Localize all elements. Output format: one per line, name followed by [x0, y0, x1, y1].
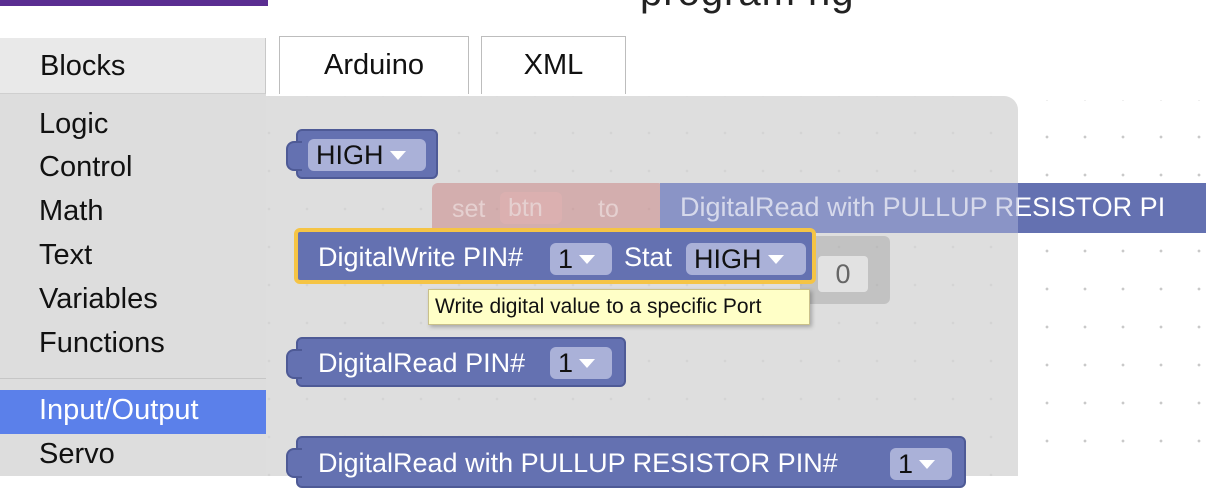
- ghost-to-label: to: [598, 195, 619, 223]
- category-separator: [0, 378, 266, 379]
- ghost-var-label: btn: [508, 194, 543, 222]
- tab-blocks[interactable]: Blocks: [0, 38, 266, 94]
- category-servo[interactable]: Servo: [39, 438, 115, 471]
- tab-xml-label: XML: [523, 49, 584, 81]
- digitalwrite-stat-value: HIGH: [694, 244, 762, 274]
- digitalwrite-stat-label: Stat: [624, 242, 673, 272]
- chevron-down-icon: [579, 359, 596, 368]
- high-dropdown[interactable]: HIGH: [308, 139, 426, 171]
- digitalwrite-stat-dropdown[interactable]: HIGH: [686, 243, 806, 275]
- digitalread-pin-dropdown[interactable]: 1: [550, 347, 612, 379]
- tab-blocks-label: Blocks: [40, 50, 126, 82]
- high-dropdown-value: HIGH: [316, 140, 384, 170]
- high-block[interactable]: HIGH: [286, 129, 438, 179]
- digitalread-pullup-pin-value: 1: [898, 449, 914, 479]
- digitalread-output-notch: [286, 349, 302, 379]
- ghost-var-dropdown: btn: [500, 192, 562, 224]
- chevron-down-icon: [767, 255, 784, 264]
- header-accent-bar: [0, 0, 268, 6]
- tab-arduino-label: Arduino: [324, 49, 424, 81]
- category-control[interactable]: Control: [39, 151, 133, 184]
- ghost-set-label: set: [452, 195, 486, 223]
- digitalread-pullup-block[interactable]: DigitalRead with PULLUP RESISTOR PIN# 1: [286, 436, 966, 488]
- workspace-digitalread-label: DigitalRead with PULLUP RESISTOR PI: [1018, 192, 1166, 222]
- ghost-number-field: 0: [818, 256, 868, 292]
- workspace-digitalread-clip: DigitalRead with PULLUP RESISTOR PI: [1018, 183, 1206, 233]
- category-logic[interactable]: Logic: [39, 108, 108, 141]
- category-functions[interactable]: Functions: [39, 327, 165, 360]
- digitalread-pullup-label: DigitalRead with PULLUP RESISTOR PIN#: [318, 448, 838, 478]
- digitalwrite-block[interactable]: DigitalWrite PIN# 1 Stat HIGH: [294, 228, 816, 284]
- digitalwrite-pin-dropdown[interactable]: 1: [550, 243, 612, 275]
- block-tooltip: Write digital value to a specific Port: [428, 289, 810, 325]
- digitalread-pullup-output-notch: [286, 448, 302, 478]
- digitalread-block[interactable]: DigitalRead PIN# 1: [286, 337, 626, 387]
- category-variables[interactable]: Variables: [39, 283, 158, 316]
- digitalread-label: DigitalRead PIN#: [318, 348, 526, 378]
- digitalwrite-label: DigitalWrite PIN#: [318, 242, 524, 272]
- chevron-down-icon: [389, 151, 406, 160]
- tab-xml[interactable]: XML: [481, 36, 626, 94]
- high-block-output-notch: [286, 141, 302, 171]
- page-title-fragment: program ng: [640, 0, 855, 15]
- digitalwrite-pin-value: 1: [558, 244, 574, 274]
- chevron-down-icon: [579, 255, 596, 264]
- category-math[interactable]: Math: [39, 195, 103, 228]
- tab-arduino[interactable]: Arduino: [279, 36, 469, 94]
- category-input-output[interactable]: Input/Output: [39, 394, 199, 427]
- digitalread-pin-value: 1: [558, 348, 574, 378]
- category-text[interactable]: Text: [39, 239, 92, 272]
- chevron-down-icon: [919, 460, 936, 469]
- workspace-grid: [1018, 100, 1206, 476]
- digitalread-pullup-pin-dropdown[interactable]: 1: [890, 448, 952, 480]
